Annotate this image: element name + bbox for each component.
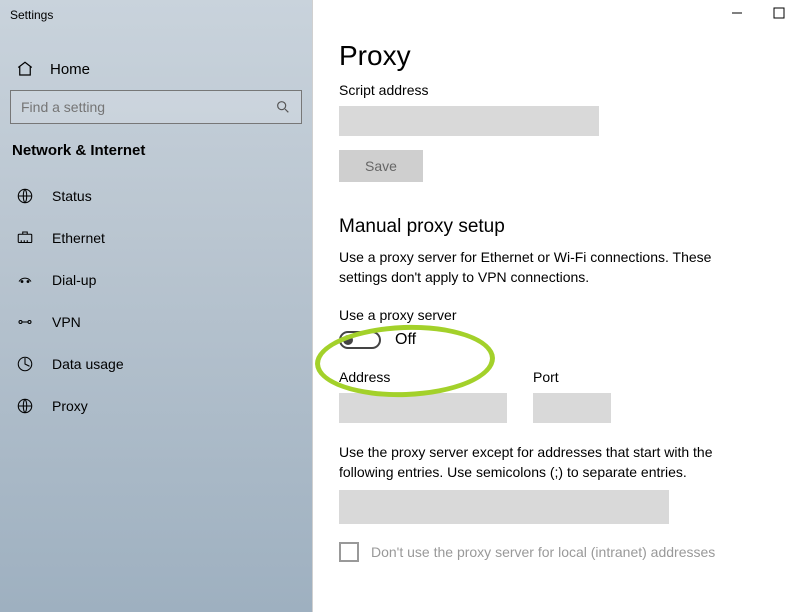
address-port-row: Address Port: [339, 363, 774, 423]
home-icon: [16, 60, 34, 78]
bypass-local-label: Don't use the proxy server for local (in…: [371, 544, 715, 560]
sidebar-item-proxy[interactable]: Proxy: [0, 385, 312, 427]
toggle-state-label: Off: [395, 331, 416, 349]
use-proxy-toggle[interactable]: [339, 331, 381, 349]
exceptions-input[interactable]: [339, 490, 669, 524]
sidebar-item-label: Data usage: [52, 356, 124, 372]
bypass-local-checkbox[interactable]: [339, 542, 359, 562]
address-input[interactable]: [339, 393, 507, 423]
globe-icon: [16, 187, 34, 205]
sidebar-item-status[interactable]: Status: [0, 175, 312, 217]
toggle-knob: [343, 335, 353, 345]
main-panel: Proxy Script address Save Manual proxy s…: [313, 0, 800, 612]
search-icon: [275, 99, 291, 115]
sidebar-item-datausage[interactable]: Data usage: [0, 343, 312, 385]
page-title: Proxy: [339, 40, 774, 72]
maximize-button[interactable]: [772, 6, 786, 20]
use-proxy-toggle-row: Off: [339, 331, 774, 349]
sidebar-item-dialup[interactable]: Dial-up: [0, 259, 312, 301]
home-nav[interactable]: Home: [0, 52, 312, 90]
address-label: Address: [339, 369, 507, 385]
script-address-input[interactable]: [339, 106, 599, 136]
settings-window: Settings Home Network & Internet Status: [0, 0, 800, 612]
vpn-icon: [16, 313, 34, 331]
sidebar-item-vpn[interactable]: VPN: [0, 301, 312, 343]
sidebar-item-label: Status: [52, 188, 92, 204]
data-usage-icon: [16, 355, 34, 373]
home-label: Home: [50, 61, 90, 78]
proxy-icon: [16, 397, 34, 415]
search-input[interactable]: [21, 99, 275, 115]
sidebar-section-title: Network & Internet: [0, 142, 312, 175]
bypass-local-row: Don't use the proxy server for local (in…: [339, 542, 774, 562]
window-title: Settings: [0, 0, 312, 30]
sidebar-item-label: VPN: [52, 314, 81, 330]
save-button[interactable]: Save: [339, 150, 423, 182]
port-label: Port: [533, 369, 611, 385]
sidebar-item-label: Dial-up: [52, 272, 96, 288]
port-input[interactable]: [533, 393, 611, 423]
dialup-icon: [16, 271, 34, 289]
manual-proxy-header: Manual proxy setup: [339, 216, 774, 238]
search-box[interactable]: [10, 90, 302, 124]
sidebar-item-ethernet[interactable]: Ethernet: [0, 217, 312, 259]
script-address-label: Script address: [339, 82, 774, 98]
window-controls: [730, 6, 786, 20]
sidebar-item-label: Ethernet: [52, 230, 105, 246]
use-proxy-label: Use a proxy server: [339, 307, 774, 323]
manual-proxy-desc: Use a proxy server for Ethernet or Wi-Fi…: [339, 248, 759, 287]
minimize-button[interactable]: [730, 6, 744, 20]
exceptions-desc: Use the proxy server except for addresse…: [339, 443, 759, 482]
sidebar-item-label: Proxy: [52, 398, 88, 414]
search-container: [0, 90, 312, 142]
ethernet-icon: [16, 229, 34, 247]
sidebar: Settings Home Network & Internet Status: [0, 0, 313, 612]
